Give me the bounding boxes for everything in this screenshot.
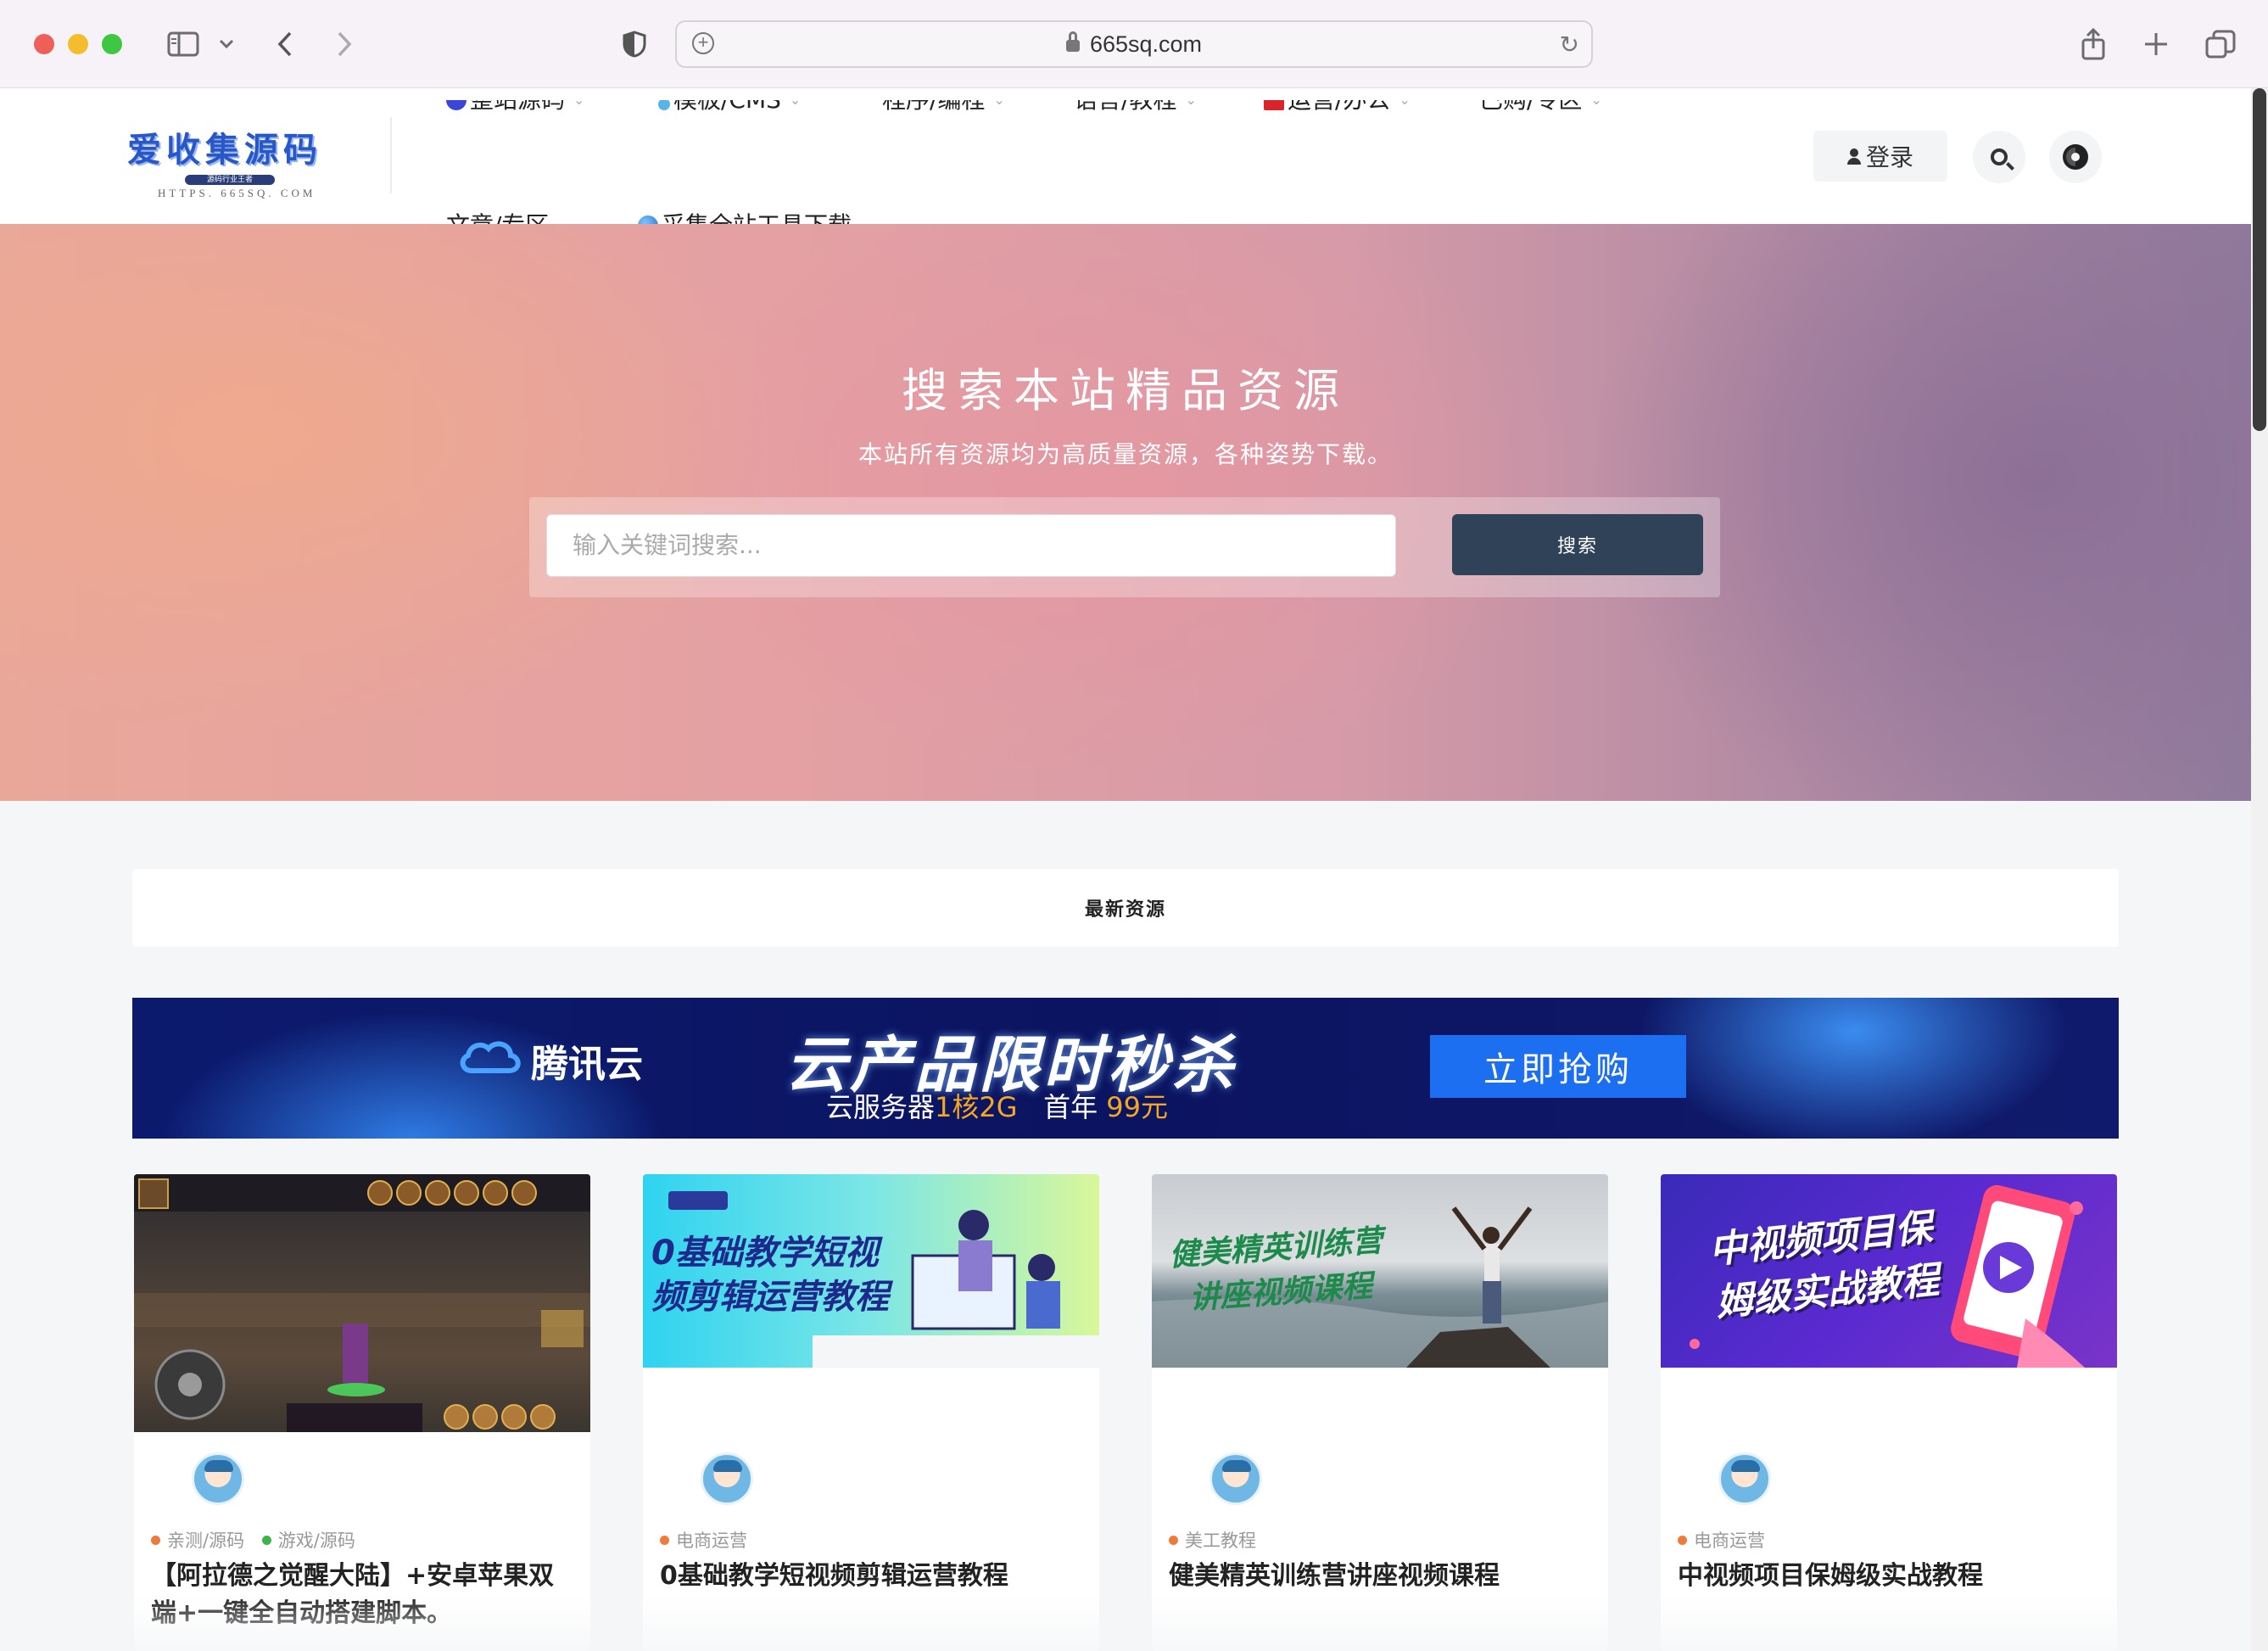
course-thumbnail[interactable]: 0基础教学短视 频剪辑运营教程 xyxy=(643,1174,1099,1368)
resource-card[interactable]: 亲测/源码 游戏/源码 【阿拉德之觉醒大陆】+安卓苹果双端+一键全自动搭建脚本。 xyxy=(134,1174,590,1651)
login-button[interactable]: 登录 xyxy=(1813,131,1947,182)
flag-icon xyxy=(1264,100,1284,110)
close-window-button[interactable] xyxy=(34,34,54,54)
cloud-logo-icon xyxy=(460,1041,521,1073)
chevron-down-icon[interactable] xyxy=(215,25,237,63)
ad-banner[interactable]: 腾讯云 云产品限时秒杀 云服务器1核2G 首年 99元 立即抢购 xyxy=(132,998,2119,1139)
card-title[interactable]: 中视频项目保姆级实战教程 xyxy=(1678,1558,2102,1595)
tab-overview-icon[interactable] xyxy=(2204,25,2237,63)
ad-sub-highlight-price: 99元 xyxy=(1106,1091,1168,1123)
privacy-shield-icon[interactable] xyxy=(619,25,650,63)
address-bar[interactable]: + 665sq.com ↻ xyxy=(675,20,1593,68)
author-avatar[interactable] xyxy=(192,1452,244,1505)
category-dot xyxy=(261,1536,271,1545)
ad-cta-button[interactable]: 立即抢购 xyxy=(1430,1035,1686,1098)
theme-toggle-icon xyxy=(2063,144,2088,170)
search-submit-button[interactable]: 搜索 xyxy=(1452,514,1703,575)
hero-search-box: 输入关键词搜索... 搜索 xyxy=(529,497,1720,597)
category-link[interactable]: 美工教程 xyxy=(1185,1531,1256,1551)
theme-toggle-button[interactable] xyxy=(2049,131,2102,183)
category-dot xyxy=(660,1536,669,1545)
sidebar-toggle-icon[interactable] xyxy=(165,25,202,63)
card-categories: 美工教程 xyxy=(1169,1527,1268,1553)
diamond-icon xyxy=(446,100,466,110)
card-categories: 电商运营 xyxy=(660,1527,759,1553)
browser-toolbar: + 665sq.com ↻ xyxy=(0,0,2268,88)
forward-arrow-icon[interactable] xyxy=(329,25,360,63)
resource-card[interactable]: 中视频项目保 姆级实战教程 电商运营 中视频项目保姆级实战教程 xyxy=(1661,1174,2117,1651)
logo-badge: 源码行业王者 xyxy=(185,175,275,185)
ad-sub-middle: 首年 xyxy=(1043,1091,1098,1123)
course-thumbnail[interactable]: 健美精英训练营 讲座视频课程 xyxy=(1152,1174,1608,1368)
sparkle-icon xyxy=(658,100,670,110)
category-link[interactable]: 电商运营 xyxy=(1694,1531,1765,1551)
category-dot xyxy=(1678,1536,1687,1545)
logo-text: 爱收集源码 xyxy=(127,131,322,170)
login-label: 登录 xyxy=(1865,143,1913,171)
section-title-latest[interactable]: 最新资源 xyxy=(132,869,2119,947)
url-text: 665sq.com xyxy=(1089,31,1203,57)
card-categories: 电商运营 xyxy=(1678,1527,1777,1553)
ad-sub-prefix: 云服务器 xyxy=(826,1091,936,1123)
thumb-text-line: 频剪辑运营教程 xyxy=(651,1278,889,1317)
nav-label: 运营/办公 xyxy=(1288,86,1391,114)
logo-url: HTTPS. 665SQ. COM xyxy=(158,187,316,199)
category-dot xyxy=(151,1536,160,1545)
nav-label: 已购/专区 xyxy=(1479,86,1583,114)
course-thumbnail[interactable]: 中视频项目保 姆级实战教程 xyxy=(1661,1174,2117,1368)
search-icon xyxy=(1991,148,2008,165)
search-input[interactable]: 输入关键词搜索... xyxy=(546,514,1396,577)
hero-banner: 搜索本站精品资源 本站所有资源均为高质量资源，各种姿势下载。 输入关键词搜索..… xyxy=(0,224,2251,801)
category-dot xyxy=(1169,1536,1178,1545)
author-avatar[interactable] xyxy=(1718,1452,1771,1505)
ad-brand: 腾讯云 xyxy=(531,1043,643,1086)
card-categories: 亲测/源码 游戏/源码 xyxy=(151,1527,367,1553)
ad-sub-highlight-spec: 1核2G xyxy=(935,1091,1018,1123)
fullscreen-window-button[interactable] xyxy=(102,34,122,54)
site-header: 爱收集源码 源码行业王者 HTTPS. 665SQ. COM 整站源码 ⌄ 模板/… xyxy=(0,86,2251,239)
header-divider xyxy=(390,117,392,193)
author-avatar[interactable] xyxy=(1209,1452,1262,1505)
hero-subtitle: 本站所有资源均为高质量资源，各种姿势下载。 xyxy=(857,440,1393,468)
add-tab-icon[interactable]: + xyxy=(692,32,714,54)
user-icon xyxy=(1846,148,1861,165)
page-scrollbar-thumb[interactable] xyxy=(2253,88,2266,431)
card-title[interactable]: 健美精英训练营讲座视频课程 xyxy=(1169,1558,1593,1595)
search-button[interactable] xyxy=(1973,131,2025,183)
nav-label: 程序/编程 xyxy=(882,86,986,114)
game-screenshot-thumbnail[interactable] xyxy=(134,1174,590,1432)
ad-subline: 云服务器1核2G 首年 99元 xyxy=(826,1086,1168,1125)
minimize-window-button[interactable] xyxy=(68,34,88,54)
hero-title: 搜索本站精品资源 xyxy=(902,364,1349,417)
category-link[interactable]: 电商运营 xyxy=(676,1531,747,1551)
lock-icon xyxy=(1065,31,1080,52)
new-tab-icon[interactable] xyxy=(2141,25,2171,63)
back-arrow-icon[interactable] xyxy=(270,25,300,63)
nav-label: 模板/CMS xyxy=(673,86,781,114)
share-icon[interactable] xyxy=(2078,25,2109,63)
site-logo[interactable]: 爱收集源码 源码行业王者 HTTPS. 665SQ. COM xyxy=(127,122,339,199)
category-link[interactable]: 亲测/源码 xyxy=(167,1531,244,1551)
card-title[interactable]: 0基础教学短视频剪辑运营教程 xyxy=(660,1558,1084,1595)
nav-label: 整站源码 xyxy=(470,86,566,114)
card-title[interactable]: 【阿拉德之觉醒大陆】+安卓苹果双端+一键全自动搭建脚本。 xyxy=(151,1558,575,1632)
resource-card[interactable]: 健美精英训练营 讲座视频课程 美工教程 健美精英训练营讲座视频课程 xyxy=(1152,1174,1608,1651)
reload-icon[interactable]: ↻ xyxy=(1560,31,1579,59)
author-avatar[interactable] xyxy=(701,1452,753,1505)
category-link[interactable]: 游戏/源码 xyxy=(278,1531,355,1551)
resource-card[interactable]: 0基础教学短视 频剪辑运营教程 电商运营 0基础教学短视频剪辑运营教程 xyxy=(643,1174,1099,1651)
thumb-text-line: 0基础教学短视 xyxy=(651,1234,879,1273)
nav-label: 语言/教程 xyxy=(1074,86,1177,114)
